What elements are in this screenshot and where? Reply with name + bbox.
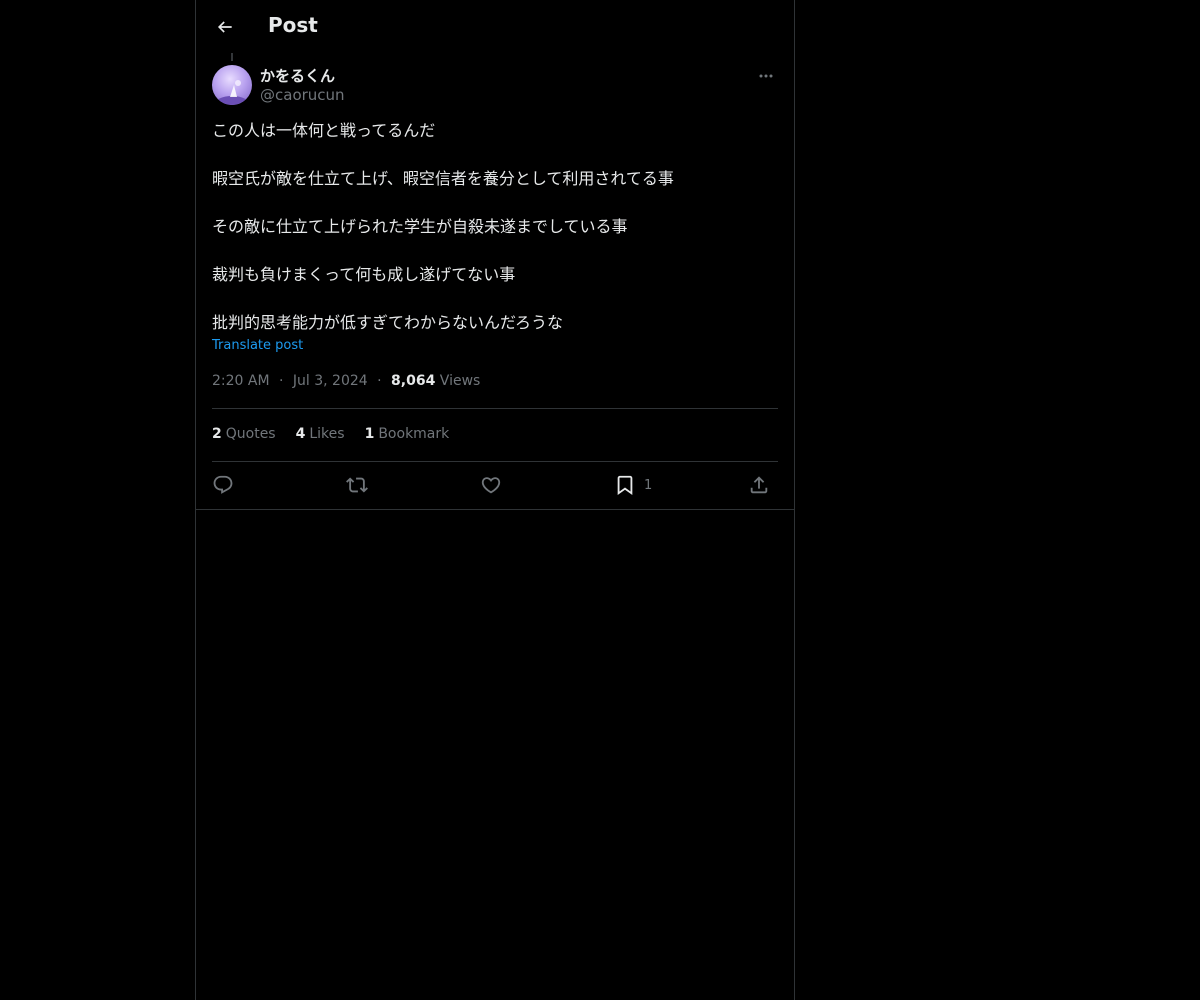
- meta-separator: ·: [279, 373, 284, 389]
- post-paragraph: 裁判も負けまくって何も成し遂げてない事: [212, 265, 516, 284]
- thread-connector: [231, 53, 233, 61]
- views-count: 8,064: [391, 373, 436, 389]
- heart-icon: [481, 477, 501, 494]
- repost-icon: [346, 477, 368, 493]
- share-icon: [750, 476, 768, 494]
- bookmarks-stat[interactable]: 1 Bookmark: [365, 426, 450, 442]
- repost-button[interactable]: [346, 472, 368, 498]
- post-date[interactable]: Jul 3, 2024: [293, 373, 368, 389]
- bookmark-icon: [617, 475, 633, 496]
- post-paragraph: 批判的思考能力が低すぎてわからないんだろうな: [212, 313, 564, 332]
- post-paragraph: この人は一体何と戦ってるんだ: [212, 121, 436, 140]
- avatar[interactable]: [212, 65, 252, 105]
- divider: [196, 509, 794, 510]
- bookmark-button[interactable]: 1: [614, 472, 652, 498]
- translate-post-link[interactable]: Translate post: [212, 338, 303, 353]
- likes-stat[interactable]: 4 Likes: [296, 426, 345, 442]
- reply-button[interactable]: [212, 472, 234, 498]
- post-body: この人は一体何と戦ってるんだ 暇空氏が敵を仕立て上げ、暇空信者を養分として利用さ…: [212, 119, 778, 335]
- engagement-stats: 2 Quotes 4 Likes 1 Bookmark: [212, 426, 449, 442]
- quotes-label: Quotes: [225, 426, 276, 442]
- page-header: Post: [196, 0, 794, 53]
- divider: [212, 461, 778, 462]
- meta-separator: ·: [377, 373, 382, 389]
- author-name[interactable]: かをるくん: [260, 65, 335, 86]
- arrow-left-icon: [217, 21, 232, 33]
- more-button[interactable]: [754, 64, 778, 88]
- more-horizontal-icon: [759, 74, 773, 78]
- author-row: かをるくん @caorucun: [212, 64, 778, 108]
- post-paragraph: 暇空氏が敵を仕立て上げ、暇空信者を養分として利用されてる事: [212, 169, 674, 188]
- page-title: Post: [268, 13, 318, 37]
- bookmarks-count: 1: [364, 426, 375, 442]
- like-button[interactable]: [480, 472, 502, 498]
- post-column: Post かをるくん @caorucun この人は一体何と戦ってるんだ 暇空氏が…: [195, 0, 795, 1000]
- bookmark-action-count: 1: [644, 477, 653, 493]
- post-meta: 2:20 AM · Jul 3, 2024 · 8,064 Views: [212, 373, 480, 389]
- avatar-image: [214, 80, 250, 105]
- post-time[interactable]: 2:20 AM: [212, 373, 270, 389]
- back-button[interactable]: [208, 10, 242, 44]
- author-handle[interactable]: @caorucun: [260, 86, 345, 104]
- share-button[interactable]: [748, 472, 770, 498]
- action-bar: 1: [212, 472, 778, 498]
- views-label: Views: [439, 373, 481, 389]
- post-paragraph: その敵に仕立て上げられた学生が自殺未遂までしている事: [212, 217, 628, 236]
- likes-label: Likes: [309, 426, 345, 442]
- quotes-stat[interactable]: 2 Quotes: [212, 426, 276, 442]
- divider: [212, 408, 778, 409]
- bookmarks-label: Bookmark: [378, 426, 450, 442]
- quotes-count: 2: [212, 426, 222, 442]
- likes-count: 4: [295, 426, 306, 442]
- reply-icon: [213, 475, 233, 494]
